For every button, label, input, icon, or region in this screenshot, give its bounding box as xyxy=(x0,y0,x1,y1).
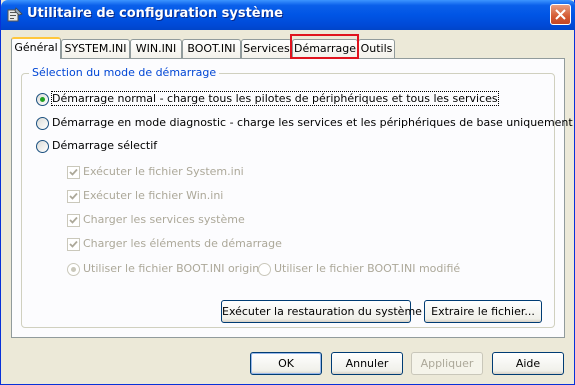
close-icon xyxy=(555,9,566,20)
check-win-ini[interactable] xyxy=(67,190,80,203)
startup-tab-highlight xyxy=(290,34,359,59)
check-system-services[interactable] xyxy=(67,214,80,227)
group-caption: Sélection du mode de démarrage xyxy=(29,66,220,79)
radio-diagnostic-startup[interactable] xyxy=(36,117,49,130)
tab-system-ini[interactable]: SYSTEM.INI xyxy=(61,39,130,58)
radio-boot-original[interactable] xyxy=(67,263,80,276)
radio-boot-modified-label: Utiliser le fichier BOOT.INI modifié xyxy=(274,262,461,275)
window-title: Utilitaire de configuration système xyxy=(27,6,283,21)
radio-boot-original-label: Utiliser le fichier BOOT.INI original xyxy=(83,262,270,275)
checkmark-icon xyxy=(69,168,78,176)
system-restore-button[interactable]: Exécuter la restauration du système xyxy=(221,300,422,323)
check-system-services-label: Charger les services système xyxy=(83,213,245,226)
check-win-ini-label: Exécuter le fichier Win.ini xyxy=(83,189,224,202)
radio-selective-label[interactable]: Démarrage sélectif xyxy=(52,139,157,152)
tab-tools[interactable]: Outils xyxy=(358,39,395,58)
msconfig-icon xyxy=(7,7,23,23)
apply-button[interactable]: Appliquer xyxy=(411,352,483,375)
check-startup-items-label: Charger les éléments de démarrage xyxy=(83,237,282,250)
cancel-button[interactable]: Annuler xyxy=(331,352,403,375)
tab-win-ini[interactable]: WIN.INI xyxy=(130,39,182,58)
radio-selected-dot xyxy=(71,267,76,272)
ok-button[interactable]: OK xyxy=(250,352,322,375)
check-startup-items[interactable] xyxy=(67,238,80,251)
help-button[interactable]: Aide xyxy=(492,352,564,375)
radio-normal-startup[interactable] xyxy=(36,93,49,106)
radio-diagnostic-label[interactable]: Démarrage en mode diagnostic - charge le… xyxy=(52,116,573,129)
checkmark-icon xyxy=(69,240,78,248)
check-system-ini[interactable] xyxy=(67,166,80,179)
radio-normal-label[interactable]: Démarrage normal - charge tous les pilot… xyxy=(51,91,499,106)
extract-file-button[interactable]: Extraire le fichier... xyxy=(424,300,542,323)
tab-general[interactable]: Général xyxy=(11,37,61,59)
radio-selective-startup[interactable] xyxy=(36,140,49,153)
check-system-ini-label: Exécuter le fichier System.ini xyxy=(83,165,244,178)
radio-selected-dot xyxy=(40,97,45,102)
system-config-window: Utilitaire de configuration système Géné… xyxy=(0,0,575,385)
close-button[interactable] xyxy=(550,4,571,25)
checkmark-icon xyxy=(69,192,78,200)
tab-services[interactable]: Services xyxy=(241,39,292,58)
tab-boot-ini[interactable]: BOOT.INI xyxy=(182,39,241,58)
title-bar[interactable]: Utilitaire de configuration système xyxy=(1,0,575,30)
checkmark-icon xyxy=(69,216,78,224)
radio-boot-modified[interactable] xyxy=(258,263,271,276)
